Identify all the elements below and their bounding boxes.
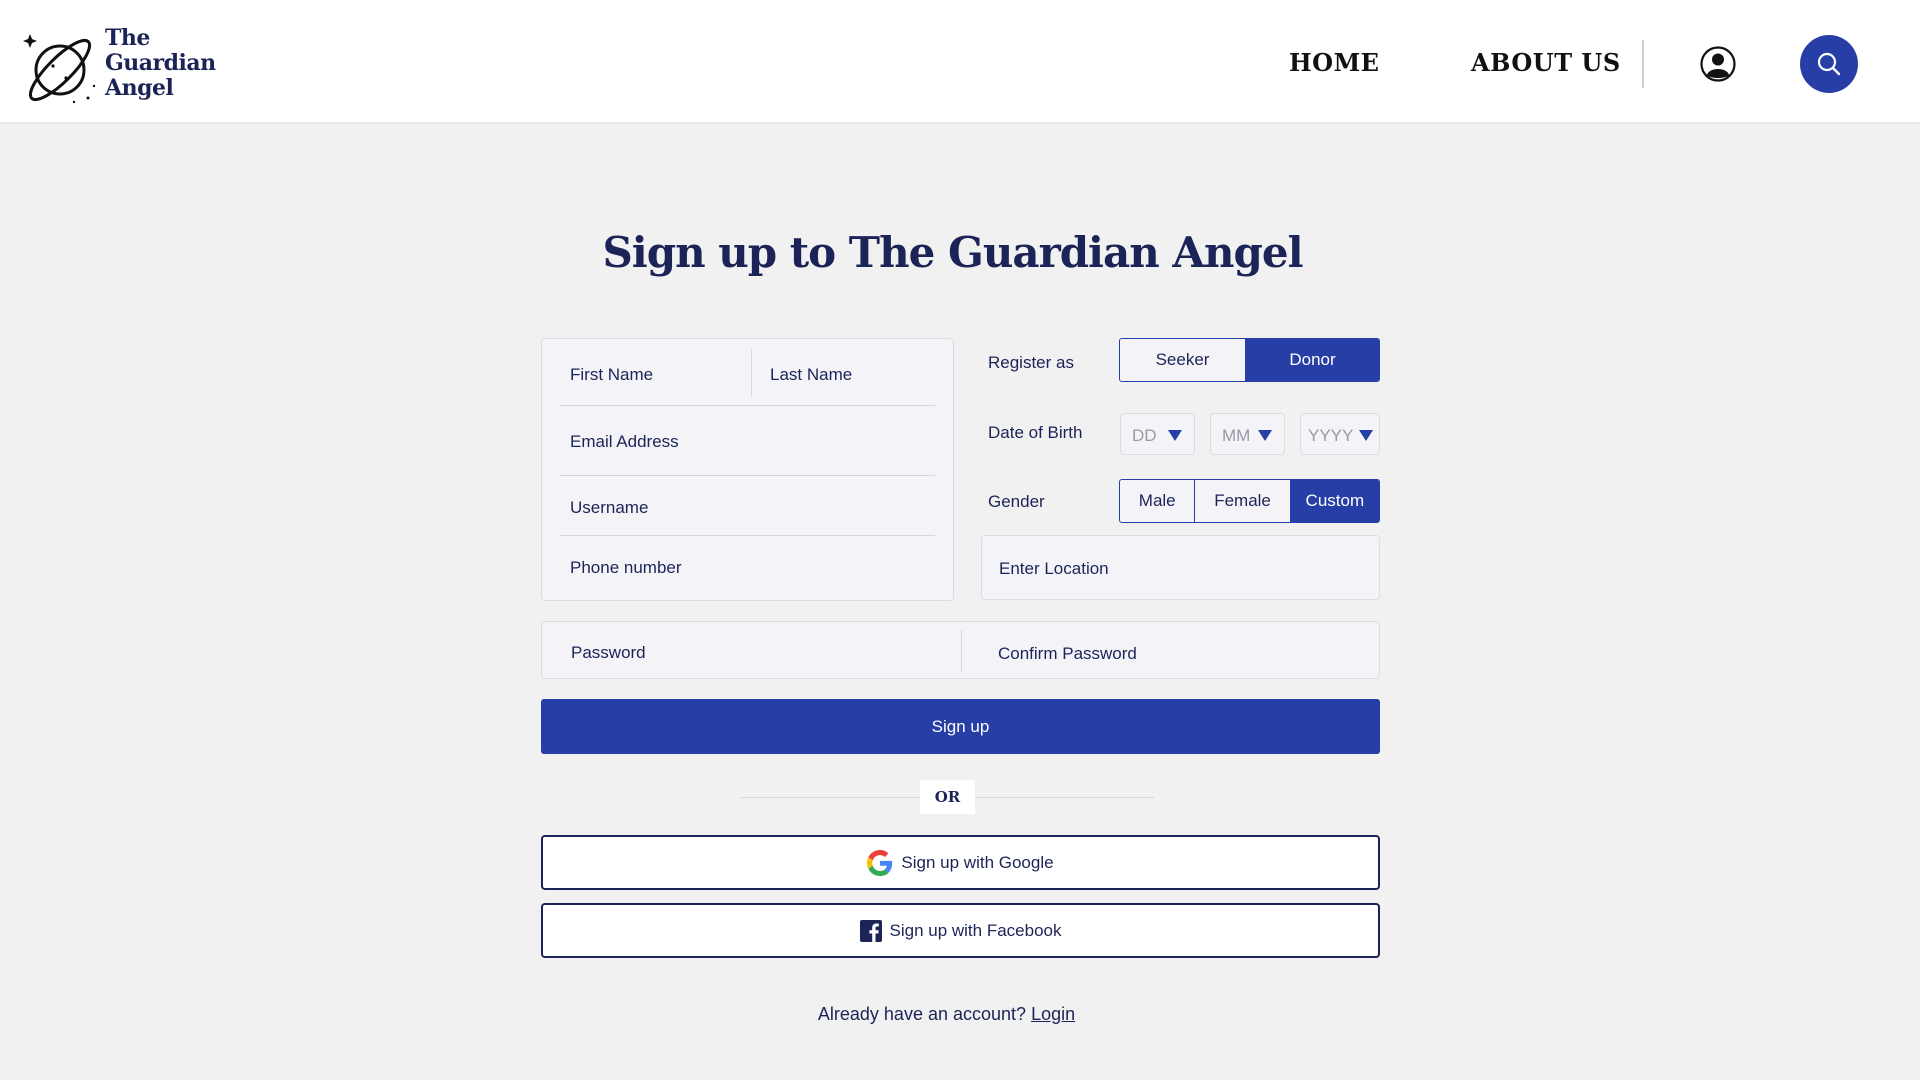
first-name-input[interactable]: First Name [570, 365, 653, 385]
password-fields-card: Password Confirm Password [541, 621, 1380, 679]
dob-month-placeholder: MM [1222, 426, 1251, 445]
or-divider-line [975, 797, 1154, 798]
phone-input[interactable]: Phone number [570, 558, 682, 578]
google-icon [867, 849, 893, 876]
confirm-password-input[interactable]: Confirm Password [998, 644, 1137, 664]
gender-female-option[interactable]: Female [1195, 480, 1291, 522]
page-title: Sign up to The Guardian Angel [602, 228, 1303, 277]
google-signup-button[interactable]: Sign up with Google [541, 835, 1380, 890]
name-divider [751, 349, 752, 397]
location-placeholder: Enter Location [999, 559, 1109, 578]
dob-day-select[interactable]: DD [1120, 413, 1195, 455]
search-icon [1817, 52, 1841, 76]
gender-male-option[interactable]: Male [1120, 480, 1196, 522]
password-input[interactable]: Password [571, 643, 646, 663]
dob-year-placeholder: YYYY [1308, 426, 1354, 445]
field-divider [560, 535, 935, 536]
logo-line: Angel [105, 75, 174, 101]
or-separator: OR [920, 780, 975, 814]
register-as-label: Register as [988, 353, 1074, 372]
logo-line: Guardian [105, 50, 216, 76]
top-navbar: The Guardian Angel HOME ABOUT US [0, 0, 1920, 122]
sign-up-button[interactable]: Sign up [541, 699, 1380, 754]
nav-divider [1642, 40, 1644, 88]
chevron-down-icon [1168, 430, 1182, 441]
field-divider [560, 475, 935, 476]
login-prompt-text: Already have an account? [817, 1004, 1027, 1024]
user-icon [1700, 46, 1736, 82]
site-logo[interactable]: The Guardian Angel [22, 26, 222, 106]
login-prompt-row: Already have an account? Login [0, 1004, 1893, 1025]
or-divider-line [741, 797, 920, 798]
search-button[interactable] [1800, 35, 1858, 93]
identity-fields-card: First Name Last Name Email Address Usern… [541, 338, 954, 601]
register-as-toggle: Seeker Donor [1119, 338, 1380, 382]
dob-day-placeholder: DD [1132, 426, 1157, 445]
password-divider [961, 630, 962, 672]
planet-logo-icon [23, 34, 96, 104]
location-input[interactable]: Enter Location [981, 535, 1380, 600]
gender-toggle: Male Female Custom [1119, 479, 1380, 523]
facebook-icon [859, 919, 882, 942]
google-signup-label: Sign up with Google [901, 852, 1054, 872]
field-divider [560, 405, 935, 406]
login-link[interactable]: Login [1031, 1004, 1075, 1024]
username-input[interactable]: Username [570, 498, 648, 518]
dob-month-select[interactable]: MM [1210, 413, 1285, 455]
last-name-input[interactable]: Last Name [770, 365, 852, 385]
gender-custom-option[interactable]: Custom [1290, 480, 1379, 522]
dob-label: Date of Birth [988, 423, 1083, 442]
facebook-signup-button[interactable]: Sign up with Facebook [541, 903, 1380, 958]
nav-home-link[interactable]: HOME [1289, 48, 1379, 77]
logo-text: The Guardian Angel [105, 26, 216, 101]
logo-line: The [105, 25, 150, 51]
chevron-down-icon [1258, 430, 1272, 441]
email-input[interactable]: Email Address [570, 432, 679, 452]
facebook-signup-label: Sign up with Facebook [889, 920, 1062, 940]
nav-about-link[interactable]: ABOUT US [1471, 48, 1621, 77]
register-seeker-option[interactable]: Seeker [1120, 339, 1247, 381]
gender-label: Gender [988, 492, 1045, 511]
chevron-down-icon [1359, 430, 1373, 441]
dob-year-select[interactable]: YYYY [1300, 413, 1380, 455]
register-donor-option[interactable]: Donor [1246, 339, 1379, 381]
user-account-button[interactable] [1700, 46, 1736, 82]
